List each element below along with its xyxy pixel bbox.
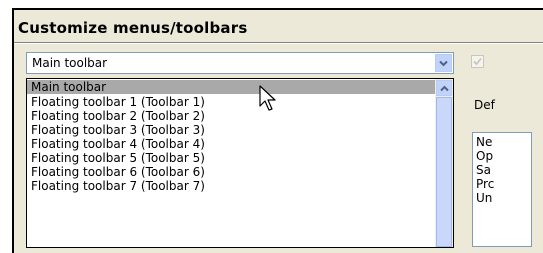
scroll-up-button[interactable]	[436, 80, 452, 96]
dropdown-option[interactable]: Floating toolbar 2 (Toolbar 2)	[27, 109, 435, 123]
toolbar-select-value: Main toolbar	[32, 56, 108, 70]
dialog-title: Customize menus/toolbars	[18, 19, 248, 37]
dropdown-option[interactable]: Floating toolbar 6 (Toolbar 6)	[27, 165, 435, 179]
right-panel-label: Def	[474, 98, 495, 112]
scroll-thumb[interactable]	[436, 97, 452, 247]
mouse-pointer-icon	[259, 85, 276, 111]
title-bar: Customize menus/toolbars	[14, 10, 543, 40]
dropdown-option[interactable]: Floating toolbar 4 (Toolbar 4)	[27, 137, 435, 151]
dropdown-option[interactable]: Floating toolbar 1 (Toolbar 1)	[27, 95, 435, 109]
actions-list[interactable]: Ne Op Sa Prc Un	[472, 132, 532, 247]
toolbar-dropdown-list[interactable]: Main toolbar Floating toolbar 1 (Toolbar…	[26, 78, 454, 248]
dropdown-scrollbar[interactable]	[435, 79, 453, 247]
chevron-up-icon	[439, 85, 449, 91]
list-item[interactable]: Sa	[476, 163, 491, 177]
chevron-down-icon	[439, 60, 448, 66]
option-checkbox[interactable]	[471, 55, 484, 68]
toolbar-select[interactable]: Main toolbar	[26, 52, 454, 74]
dropdown-option-main-toolbar[interactable]: Main toolbar	[27, 80, 435, 94]
dropdown-option[interactable]: Floating toolbar 3 (Toolbar 3)	[27, 123, 435, 137]
dropdown-option[interactable]: Floating toolbar 5 (Toolbar 5)	[27, 151, 435, 165]
list-item[interactable]: Op	[476, 149, 493, 163]
checkmark-icon	[473, 57, 482, 66]
toolbar-select-dropdown-button[interactable]	[435, 54, 452, 72]
dropdown-option[interactable]: Floating toolbar 7 (Toolbar 7)	[27, 179, 435, 193]
list-item[interactable]: Un	[476, 191, 492, 205]
title-separator-highlight	[14, 43, 543, 44]
list-item[interactable]: Ne	[476, 135, 492, 149]
list-item[interactable]: Prc	[476, 177, 494, 191]
